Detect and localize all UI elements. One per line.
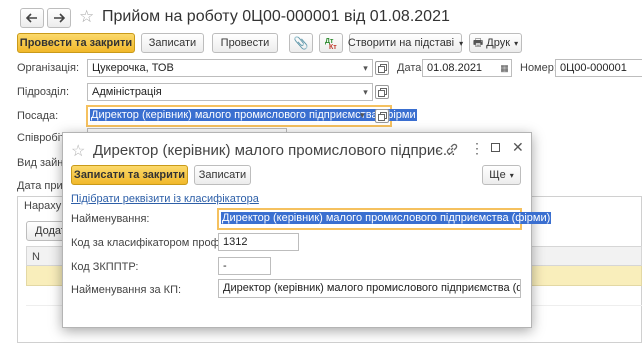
dialog-more-button[interactable]: Ще ▾: [482, 165, 521, 185]
dt-kt-icon: ДтКт: [325, 38, 337, 50]
link-icon: [446, 143, 458, 155]
position-dialog: ☆ Директор (керівник) малого промисловог…: [62, 132, 552, 328]
calendar-icon: ▦: [500, 62, 509, 73]
back-button[interactable]: [20, 8, 44, 28]
more-vertical-icon: ⋮: [470, 140, 484, 156]
create-based-on-label: Створити на підставі: [347, 37, 455, 49]
hire-date-label: Дата прий: [17, 180, 69, 192]
organization-dropdown-button[interactable]: ▾: [359, 59, 373, 77]
post-button[interactable]: Провести: [212, 33, 278, 53]
zkpptr-field[interactable]: -: [218, 257, 271, 275]
chevron-down-icon: ▾: [459, 38, 464, 48]
position-dropdown-button[interactable]: ▾: [360, 110, 365, 121]
table-col-n: N: [32, 251, 40, 263]
name-field[interactable]: Директор (керівник) малого промислового …: [221, 212, 552, 224]
post-and-close-button[interactable]: Провести та закрити: [17, 33, 135, 53]
create-based-on-button[interactable]: Створити на підставі ▾: [347, 33, 464, 53]
chevron-down-icon: ▾: [509, 170, 514, 180]
calendar-button[interactable]: ▦: [498, 59, 512, 77]
arrow-right-icon: [54, 13, 65, 23]
profession-code-field[interactable]: 1312: [218, 233, 299, 251]
star-icon: ☆: [71, 143, 86, 160]
attach-button[interactable]: 📎: [289, 33, 313, 53]
page-title: Прийом на роботу 0Ц00-000001 від 01.08.2…: [102, 8, 450, 25]
position-field[interactable]: Директор (керівник) малого промислового …: [90, 109, 417, 121]
dialog-link-button[interactable]: [445, 142, 459, 159]
date-field[interactable]: 01.08.2021: [422, 59, 499, 77]
dialog-save-button[interactable]: Записати: [194, 165, 251, 185]
department-open-button[interactable]: [375, 85, 389, 99]
number-label: Номер:: [520, 62, 557, 74]
printer-icon: 🖶: [472, 36, 484, 49]
arrow-left-icon: [26, 13, 37, 23]
kp-name-label: Найменування за КП:: [71, 284, 182, 296]
department-label: Підрозділ:: [17, 86, 70, 98]
dialog-maximize-button[interactable]: [491, 143, 500, 152]
dialog-more-label: Ще: [489, 169, 506, 181]
tab-accruals[interactable]: Нарахув: [24, 200, 67, 212]
department-field[interactable]: Адміністрація: [87, 83, 360, 101]
name-label: Найменування:: [71, 213, 150, 225]
classifier-link[interactable]: Підібрати реквізити із класифікатора: [71, 193, 259, 205]
organization-label: Організація:: [17, 62, 79, 74]
svg-text:Кт: Кт: [329, 44, 337, 50]
paperclip-icon: 📎: [293, 36, 309, 50]
star-icon: ☆: [79, 7, 95, 26]
organization-open-button[interactable]: [375, 61, 389, 75]
save-button[interactable]: Записати: [141, 33, 204, 53]
department-dropdown-button[interactable]: ▾: [359, 83, 373, 101]
name-field-wrapper: Директор (керівник) малого промислового …: [217, 208, 552, 230]
forward-button[interactable]: [47, 8, 71, 28]
dialog-close-button[interactable]: ✕: [512, 139, 524, 156]
favorite-star-button[interactable]: ☆: [79, 7, 94, 27]
print-label: Друк: [486, 37, 511, 49]
print-button[interactable]: 🖶 Друк ▾: [469, 33, 522, 53]
chevron-down-icon: ▾: [514, 38, 519, 48]
close-icon: ✕: [512, 139, 524, 155]
position-open-button[interactable]: [375, 109, 389, 123]
dialog-more-icon-button[interactable]: ⋮: [470, 140, 484, 157]
dialog-title: Директор (керівник) малого промислового …: [93, 142, 456, 159]
date-label: Дата:: [397, 62, 425, 74]
position-label: Посада:: [17, 110, 59, 122]
dialog-star-button[interactable]: ☆: [71, 141, 85, 161]
number-field[interactable]: 0Ц00-000001: [555, 59, 642, 77]
zkpptr-label: Код ЗКППТР:: [71, 261, 139, 273]
debit-credit-button[interactable]: Дт Кт: [319, 33, 343, 53]
organization-field[interactable]: Цукерочка, ТОВ: [87, 59, 360, 77]
kp-name-field[interactable]: Директор (керівник) малого промислового …: [218, 279, 521, 298]
position-field-wrapper: Директор (керівник) малого промислового …: [86, 105, 417, 127]
dialog-save-close-button[interactable]: Записати та закрити: [71, 165, 188, 185]
